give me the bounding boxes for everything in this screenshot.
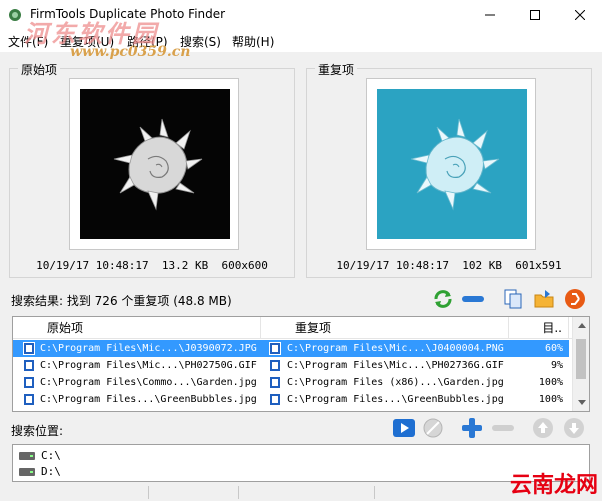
list-item[interactable]: C:\: [19, 448, 61, 463]
duplicate-panel: 重复项 10/19/17 10:48:17 102 KB 601x591: [306, 61, 592, 278]
drive-path: D:\: [41, 465, 61, 478]
duplicate-path: C:\Program Files...\GreenBubbles.jpg: [287, 394, 504, 405]
results-scrollbar[interactable]: [572, 317, 589, 411]
image-file-icon: [269, 376, 281, 389]
move-up-button[interactable]: [530, 415, 556, 441]
image-file-icon: [23, 393, 35, 406]
recycle-icon: [565, 289, 585, 309]
original-photo-frame: [69, 78, 239, 250]
results-summary: 搜索结果: 找到 726 个重复项 (48.8 MB): [11, 294, 232, 308]
close-icon: [574, 10, 585, 20]
plus-icon: [462, 418, 482, 438]
duplicate-path: C:\Program Files\Mic...\PH02736G.GIF: [287, 360, 504, 371]
original-panel-legend: 原始项: [18, 61, 61, 78]
drive-path: C:\: [41, 449, 61, 462]
scroll-up-button[interactable]: [573, 317, 589, 334]
original-path: C:\Program Files\Mic...\J0390072.JPG: [40, 343, 257, 354]
copy-icon: [504, 289, 522, 309]
remove-result-button[interactable]: [460, 286, 486, 312]
original-path: C:\Program Files...\GreenBubbles.jpg: [40, 394, 257, 405]
original-panel: 原始项 10/19/17 10:48:17 13.2 KB 600x600: [9, 61, 295, 278]
move-to-folder-button[interactable]: [531, 286, 557, 312]
table-row[interactable]: C:\Program Files\Mic...\J0390072.JPG C:\…: [13, 340, 569, 357]
similarity-value: 100%: [538, 394, 563, 405]
image-file-icon: [269, 393, 281, 406]
duplicate-panel-legend: 重复项: [315, 61, 358, 78]
refresh-icon: [434, 290, 452, 308]
copy-button[interactable]: [500, 286, 526, 312]
results-rows: C:\Program Files\Mic...\J0390072.JPG C:\…: [13, 340, 569, 408]
move-down-button[interactable]: [561, 415, 587, 441]
maximize-button[interactable]: [512, 0, 557, 30]
start-search-button[interactable]: [391, 415, 417, 441]
minus-icon: [492, 425, 514, 431]
drive-icon: [19, 451, 35, 460]
image-file-icon: [23, 342, 35, 355]
status-segment: [374, 486, 474, 499]
original-path: C:\Program Files\Commo...\Garden.jpg: [40, 377, 257, 388]
status-segment: [148, 486, 238, 499]
scroll-down-button[interactable]: [573, 394, 589, 411]
original-path: C:\Program Files\Mic...\PH02750G.GIF: [40, 360, 257, 371]
watermark-url: www.pc0359.cn: [70, 44, 191, 60]
status-segment: [238, 486, 374, 499]
arrow-down-icon: [564, 418, 584, 438]
search-locations-label: 搜索位置:: [11, 424, 64, 438]
results-list[interactable]: 原始项 重复项 目.. C:\Program Files\Mic...\J039…: [12, 316, 590, 412]
duplicate-photo[interactable]: [377, 89, 527, 239]
chevron-up-icon: [577, 323, 586, 328]
minus-icon: [462, 296, 484, 302]
column-header-original[interactable]: 原始项: [13, 317, 261, 339]
similarity-value: 9%: [550, 360, 563, 371]
image-file-icon: [269, 342, 281, 355]
image-file-icon: [23, 359, 35, 372]
folder-move-icon: [534, 290, 554, 308]
table-row[interactable]: C:\Program Files\Commo...\Garden.jpg C:\…: [13, 374, 569, 391]
table-row[interactable]: C:\Program Files...\GreenBubbles.jpg C:\…: [13, 391, 569, 408]
delete-button[interactable]: [562, 286, 588, 312]
drive-icon: [19, 467, 35, 476]
duplicate-photo-info: 10/19/17 10:48:17 102 KB 601x591: [336, 259, 562, 272]
minimize-button[interactable]: [467, 0, 512, 30]
menu-help[interactable]: 帮助(H): [232, 33, 274, 50]
seashell-image: [410, 118, 500, 211]
list-item[interactable]: D:\: [19, 464, 61, 479]
column-header-similarity[interactable]: 目..: [509, 317, 569, 339]
minimize-icon: [484, 14, 495, 16]
play-icon: [393, 419, 415, 437]
duplicate-path: C:\Program Files\Mic...\J0400004.PNG: [287, 343, 504, 354]
maximize-icon: [529, 10, 540, 20]
results-list-header: 原始项 重复项 目..: [13, 317, 589, 339]
column-header-duplicate[interactable]: 重复项: [261, 317, 509, 339]
close-button[interactable]: [557, 0, 602, 30]
original-photo[interactable]: [80, 89, 230, 239]
seashell-image: [113, 118, 203, 211]
duplicate-path: C:\Program Files (x86)...\Garden.jpg: [287, 377, 504, 388]
stop-search-button[interactable]: [420, 415, 446, 441]
app-icon: [9, 9, 21, 21]
duplicate-photo-frame: [366, 78, 536, 250]
image-file-icon: [23, 376, 35, 389]
chevron-down-icon: [577, 400, 586, 405]
original-photo-info: 10/19/17 10:48:17 13.2 KB 600x600: [36, 259, 268, 272]
search-locations-list[interactable]: C:\ D:\: [12, 444, 590, 482]
arrow-up-icon: [533, 418, 553, 438]
similarity-value: 60%: [544, 343, 563, 354]
brand-watermark: 云南龙网: [509, 473, 598, 498]
refresh-button[interactable]: [430, 286, 456, 312]
similarity-value: 100%: [538, 377, 563, 388]
image-file-icon: [269, 359, 281, 372]
add-location-button[interactable]: [459, 415, 485, 441]
scroll-thumb[interactable]: [576, 339, 586, 379]
remove-location-button[interactable]: [490, 415, 516, 441]
table-row[interactable]: C:\Program Files\Mic...\PH02750G.GIF C:\…: [13, 357, 569, 374]
stop-icon: [423, 418, 443, 438]
